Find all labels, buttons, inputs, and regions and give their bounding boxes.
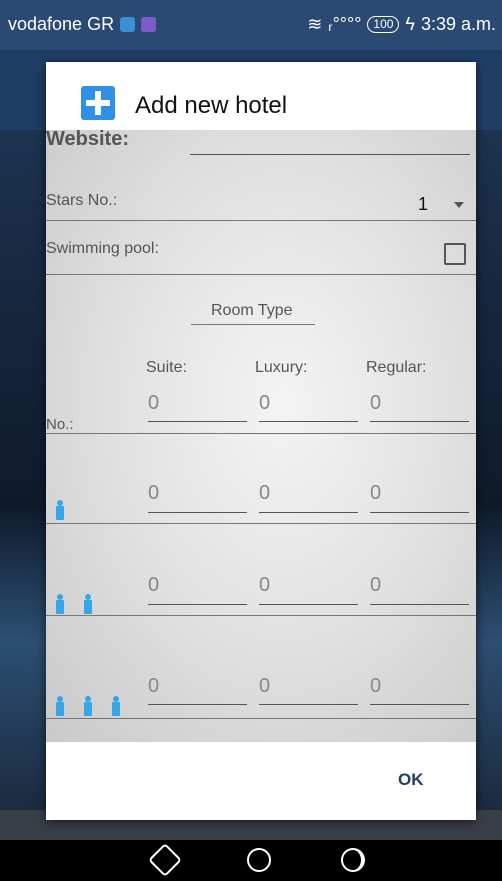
suite-single-input[interactable]: 0 — [148, 482, 159, 505]
divider — [46, 274, 476, 275]
charging-icon: ϟ — [405, 14, 415, 34]
divider — [46, 523, 476, 524]
person-icon — [83, 594, 93, 614]
regular-single-input[interactable]: 0 — [370, 482, 381, 505]
dialog-title: Add new hotel — [135, 92, 288, 119]
input-underline — [370, 604, 469, 605]
background-hint — [0, 185, 50, 285]
person-icon — [111, 696, 121, 716]
luxury-triple-input[interactable]: 0 — [259, 675, 270, 698]
dialog-body[interactable]: Website: Stars No.: 1 Swimming pool: Roo… — [46, 130, 476, 742]
divider — [46, 220, 476, 221]
column-header-suite: Suite: — [146, 359, 187, 376]
no-label: No.: — [46, 416, 74, 433]
divider — [46, 615, 476, 616]
back-icon[interactable] — [148, 843, 182, 877]
status-bar: vodafone GR ≋ ᵣ°°°° 100 ϟ 3:39 a.m. — [0, 0, 502, 50]
status-left: vodafone GR — [8, 14, 157, 35]
input-underline — [259, 704, 358, 705]
pool-label: Swimming pool: — [46, 240, 159, 257]
divider — [46, 718, 476, 719]
luxury-double-input[interactable]: 0 — [259, 574, 270, 597]
square-app-icon — [141, 17, 157, 32]
status-right: ≋ ᵣ°°°° 100 ϟ 3:39 a.m. — [307, 14, 496, 35]
person-icon — [55, 696, 65, 716]
input-underline — [370, 704, 469, 705]
luxury-single-input[interactable]: 0 — [259, 482, 270, 505]
input-underline — [370, 512, 469, 513]
add-hotel-dialog: Add new hotel Website: Stars No.: 1 Swim… — [46, 62, 476, 820]
input-underline — [259, 604, 358, 605]
carrier-name: vodafone GR — [8, 14, 115, 34]
dialog-footer: OK — [46, 742, 476, 820]
column-header-luxury: Luxury: — [255, 359, 308, 376]
chevron-down-icon[interactable] — [454, 202, 464, 208]
input-underline — [148, 421, 247, 422]
suite-double-input[interactable]: 0 — [148, 574, 159, 597]
input-underline — [259, 512, 358, 513]
room-type-label: Room Type — [211, 302, 293, 319]
input-underline — [148, 604, 247, 605]
luxury-count-input[interactable]: 0 — [259, 392, 270, 415]
person-icon — [55, 594, 65, 614]
divider — [46, 433, 476, 434]
suite-count-input[interactable]: 0 — [148, 392, 159, 415]
website-input[interactable] — [190, 154, 470, 155]
navigation-bar — [0, 840, 502, 881]
input-underline — [259, 421, 358, 422]
plus-icon — [81, 86, 115, 120]
recents-icon[interactable] — [341, 848, 365, 872]
clock: 3:39 a.m. — [420, 14, 496, 34]
dialog-header: Add new hotel — [46, 62, 476, 130]
square-app-icon — [120, 17, 136, 32]
wifi-icon: ≋ — [307, 14, 323, 34]
signal-icon: ᵣ°°°° — [328, 14, 362, 34]
stars-label: Stars No.: — [46, 192, 118, 209]
regular-double-input[interactable]: 0 — [370, 574, 381, 597]
website-label: Website: — [46, 130, 129, 150]
regular-count-input[interactable]: 0 — [370, 392, 381, 415]
room-type-underline — [191, 324, 315, 325]
stars-value[interactable]: 1 — [418, 194, 428, 215]
column-header-regular: Regular: — [366, 359, 427, 376]
pool-checkbox[interactable] — [444, 243, 466, 265]
input-underline — [148, 512, 247, 513]
battery-icon: 100 — [367, 16, 400, 33]
suite-triple-input[interactable]: 0 — [148, 675, 159, 698]
ok-button[interactable]: OK — [398, 770, 424, 790]
input-underline — [370, 421, 469, 422]
person-icon — [55, 500, 65, 520]
home-icon[interactable] — [247, 848, 271, 872]
regular-triple-input[interactable]: 0 — [370, 675, 381, 698]
input-underline — [148, 704, 247, 705]
person-icon — [83, 696, 93, 716]
